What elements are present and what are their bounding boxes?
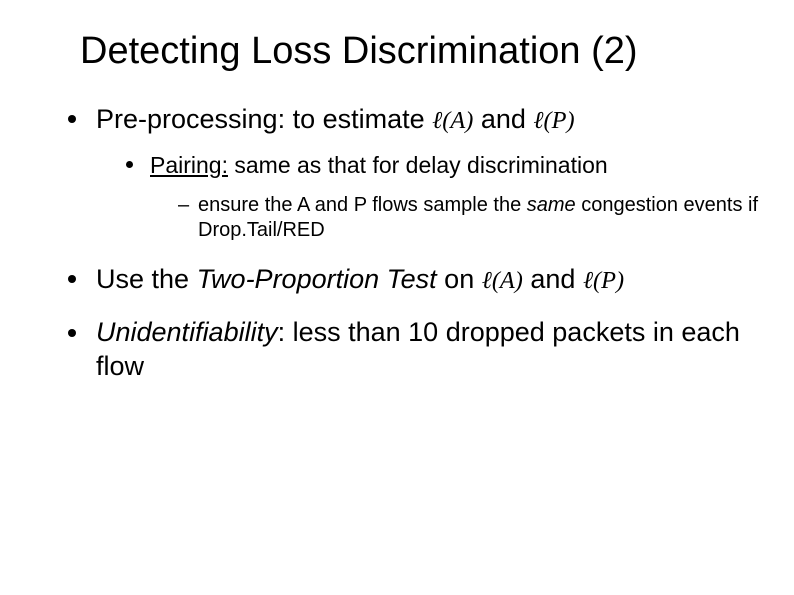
sub-list: Pairing: same as that for delay discrimi…	[126, 151, 764, 243]
math-l-a: ℓ(A)	[482, 267, 523, 294]
text: and	[309, 194, 353, 216]
bullet-list: Pre-processing: to estimate ℓ(A) and ℓ(P…	[68, 103, 764, 384]
bullet-ensure: ensure the A and P flows sample the same…	[178, 193, 764, 243]
slide: Detecting Loss Discrimination (2) Pre-pr…	[0, 0, 794, 595]
text: on	[437, 264, 482, 294]
math-l-p: ℓ(P)	[533, 107, 574, 134]
text: and	[523, 264, 583, 294]
text: flows sample the	[367, 194, 527, 216]
text: and	[481, 104, 534, 134]
bullet-two-proportion: Use the Two-Proportion Test on ℓ(A) and …	[68, 263, 764, 297]
slide-title: Detecting Loss Discrimination (2)	[80, 30, 764, 73]
text-italic: same	[527, 194, 576, 216]
bullet-preprocessing: Pre-processing: to estimate ℓ(A) and ℓ(P…	[68, 103, 764, 243]
text: Use the	[96, 264, 197, 294]
text-bold: A	[297, 194, 309, 216]
bullet-pairing: Pairing: same as that for delay discrimi…	[126, 151, 764, 243]
text-italic: Two-Proportion Test	[197, 264, 437, 294]
math-l-p: ℓ(P)	[583, 267, 624, 294]
text-underline: Pairing:	[150, 152, 228, 178]
text-italic: Unidentifiability	[96, 317, 278, 347]
text-bold: P	[354, 194, 367, 216]
text: same as that for delay discrimination	[228, 152, 608, 178]
bullet-unidentifiability: Unidentifiability: less than 10 dropped …	[68, 316, 764, 384]
text: ensure the	[198, 194, 297, 216]
math-l-a: ℓ(A)	[432, 107, 473, 134]
text: Pre-processing: to estimate	[96, 104, 432, 134]
sub-sub-list: ensure the A and P flows sample the same…	[178, 193, 764, 243]
